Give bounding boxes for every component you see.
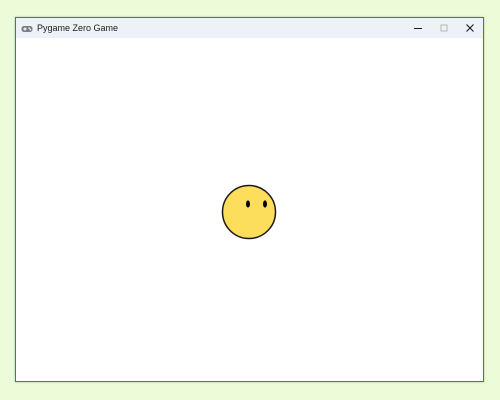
game-window: Pygame Zero Game	[15, 17, 484, 382]
right-eye	[263, 200, 267, 208]
maximize-icon	[439, 23, 449, 33]
left-eye	[246, 200, 250, 208]
window-controls	[405, 18, 483, 38]
maximize-button[interactable]	[431, 18, 457, 38]
window-title: Pygame Zero Game	[37, 23, 119, 33]
gamepad-icon	[21, 22, 33, 34]
minimize-icon	[413, 23, 423, 33]
close-button[interactable]	[457, 18, 483, 38]
face-circle	[221, 184, 277, 240]
game-canvas[interactable]	[16, 38, 483, 381]
minimize-button[interactable]	[405, 18, 431, 38]
face-sprite	[221, 184, 277, 240]
title-bar[interactable]: Pygame Zero Game	[16, 18, 483, 38]
close-icon	[465, 23, 475, 33]
